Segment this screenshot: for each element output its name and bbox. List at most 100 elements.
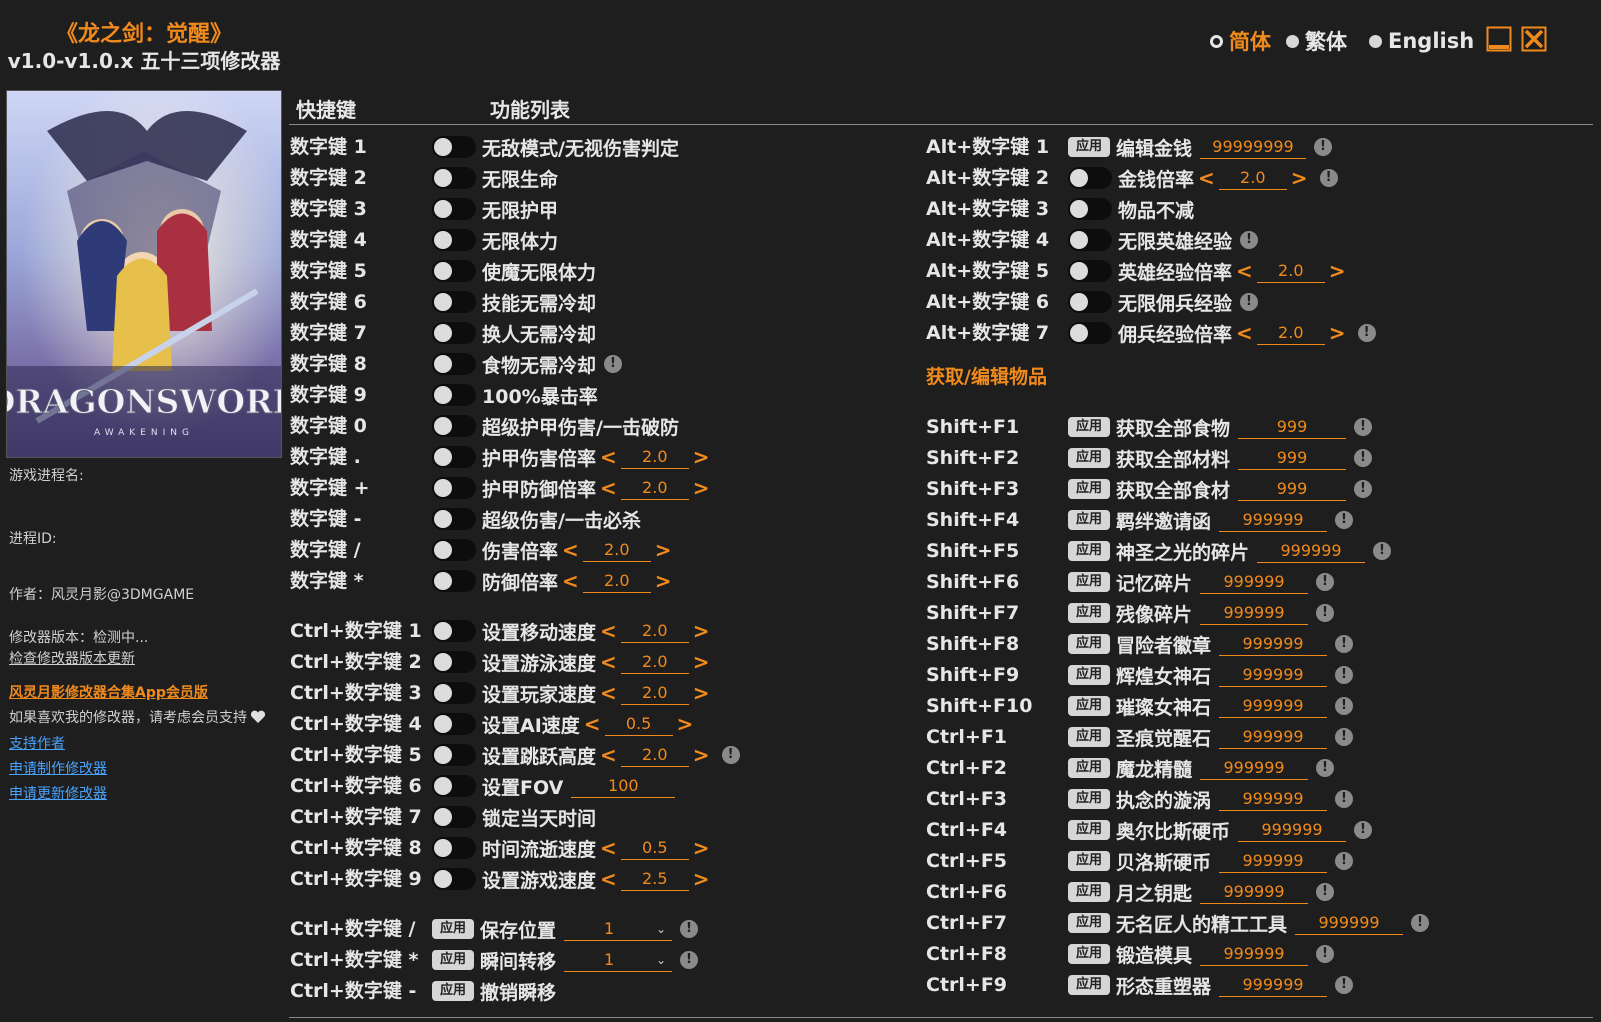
toggle-switch[interactable] bbox=[1068, 322, 1112, 344]
apply-button[interactable]: 应用 bbox=[1068, 417, 1110, 437]
increase-arrow[interactable]: > bbox=[1329, 259, 1346, 283]
value-input[interactable]: 999999 bbox=[1219, 974, 1328, 997]
value-input[interactable]: 999999 bbox=[1219, 726, 1328, 749]
value-input[interactable]: 999999 bbox=[1219, 509, 1328, 532]
increase-arrow[interactable]: > bbox=[655, 538, 672, 562]
value-input[interactable]: 999999 bbox=[1238, 819, 1347, 842]
info-icon[interactable]: ! bbox=[1314, 138, 1333, 156]
toggle-switch[interactable] bbox=[1068, 291, 1112, 313]
lang-option-simplified[interactable]: 简体 bbox=[1202, 28, 1271, 54]
apply-button[interactable]: 应用 bbox=[1068, 758, 1110, 778]
increase-arrow[interactable]: > bbox=[655, 569, 672, 593]
apply-button[interactable]: 应用 bbox=[1068, 820, 1110, 840]
toggle-switch[interactable] bbox=[432, 775, 476, 797]
apply-button[interactable]: 应用 bbox=[432, 981, 474, 1001]
apply-button[interactable]: 应用 bbox=[1068, 572, 1110, 592]
increase-arrow[interactable]: > bbox=[693, 743, 710, 767]
apply-button[interactable]: 应用 bbox=[1068, 479, 1110, 499]
info-icon[interactable]: ! bbox=[1316, 573, 1335, 591]
info-icon[interactable]: ! bbox=[1354, 480, 1373, 498]
toggle-switch[interactable] bbox=[432, 384, 476, 406]
value-input[interactable]: 2.0 bbox=[1256, 260, 1325, 283]
value-input[interactable]: 2.0 bbox=[582, 570, 651, 593]
toggle-switch[interactable] bbox=[432, 415, 476, 437]
value-input[interactable]: 999999 bbox=[1200, 757, 1309, 780]
increase-arrow[interactable]: > bbox=[1329, 321, 1346, 345]
info-icon[interactable]: ! bbox=[1335, 852, 1354, 870]
decrease-arrow[interactable]: < bbox=[562, 538, 579, 562]
value-input[interactable]: 999999 bbox=[1200, 571, 1309, 594]
value-input[interactable]: 2.0 bbox=[620, 620, 689, 643]
decrease-arrow[interactable]: < bbox=[584, 712, 601, 736]
value-input[interactable]: 999999 bbox=[1219, 695, 1328, 718]
value-input[interactable]: 999 bbox=[1238, 447, 1347, 470]
info-icon[interactable]: ! bbox=[1316, 604, 1335, 622]
info-icon[interactable]: ! bbox=[1316, 883, 1335, 901]
decrease-arrow[interactable]: < bbox=[600, 476, 617, 500]
info-icon[interactable]: ! bbox=[1335, 697, 1354, 715]
decrease-arrow[interactable]: < bbox=[1236, 259, 1253, 283]
lang-option-traditional[interactable]: 繁体 bbox=[1286, 28, 1347, 54]
toggle-switch[interactable] bbox=[1068, 260, 1112, 282]
decrease-arrow[interactable]: < bbox=[1236, 321, 1253, 345]
toggle-switch[interactable] bbox=[432, 539, 476, 561]
increase-arrow[interactable]: > bbox=[693, 836, 710, 860]
close-button[interactable] bbox=[1521, 26, 1547, 52]
apply-button[interactable]: 应用 bbox=[1068, 851, 1110, 871]
increase-arrow[interactable]: > bbox=[693, 476, 710, 500]
value-input[interactable]: 999999 bbox=[1295, 912, 1404, 935]
decrease-arrow[interactable]: < bbox=[600, 650, 617, 674]
apply-button[interactable]: 应用 bbox=[1068, 665, 1110, 685]
toggle-switch[interactable] bbox=[432, 620, 476, 642]
minimize-button[interactable] bbox=[1486, 26, 1512, 52]
info-icon[interactable]: ! bbox=[1354, 449, 1373, 467]
request-trainer-link[interactable]: 申请制作修改器 bbox=[9, 758, 107, 778]
toggle-switch[interactable] bbox=[432, 868, 476, 890]
info-icon[interactable]: ! bbox=[1240, 231, 1259, 249]
decrease-arrow[interactable]: < bbox=[600, 867, 617, 891]
value-input[interactable]: 2.0 bbox=[620, 651, 689, 674]
slot-select[interactable]: 1 ⌄ bbox=[564, 949, 673, 972]
value-input[interactable]: 999999 bbox=[1200, 943, 1309, 966]
toggle-switch[interactable] bbox=[432, 136, 476, 158]
apply-button[interactable]: 应用 bbox=[1068, 975, 1110, 995]
value-input[interactable]: 2.5 bbox=[620, 868, 689, 891]
check-update-link[interactable]: 检查修改器版本更新 bbox=[9, 648, 135, 668]
increase-arrow[interactable]: > bbox=[693, 619, 710, 643]
toggle-switch[interactable] bbox=[432, 651, 476, 673]
toggle-switch[interactable] bbox=[432, 446, 476, 468]
value-input[interactable]: 2.0 bbox=[620, 477, 689, 500]
value-input[interactable]: 2.0 bbox=[1218, 167, 1287, 190]
decrease-arrow[interactable]: < bbox=[600, 681, 617, 705]
toggle-switch[interactable] bbox=[432, 508, 476, 530]
value-input[interactable]: 999999 bbox=[1257, 540, 1366, 563]
info-icon[interactable]: ! bbox=[1373, 542, 1392, 560]
value-input[interactable]: 0.5 bbox=[620, 837, 689, 860]
toggle-switch[interactable] bbox=[432, 477, 476, 499]
toggle-switch[interactable] bbox=[1068, 229, 1112, 251]
apply-button[interactable]: 应用 bbox=[1068, 510, 1110, 530]
info-icon[interactable]: ! bbox=[1335, 511, 1354, 529]
value-input[interactable]: 999999 bbox=[1200, 602, 1309, 625]
apply-button[interactable]: 应用 bbox=[1068, 448, 1110, 468]
value-input[interactable]: 999999 bbox=[1219, 850, 1328, 873]
value-input[interactable]: 2.0 bbox=[620, 744, 689, 767]
apply-button[interactable]: 应用 bbox=[1068, 634, 1110, 654]
value-input[interactable]: 99999999 bbox=[1200, 136, 1307, 159]
value-input[interactable]: 2.0 bbox=[582, 539, 651, 562]
increase-arrow[interactable]: > bbox=[693, 445, 710, 469]
apply-button[interactable]: 应用 bbox=[1068, 882, 1110, 902]
apply-button[interactable]: 应用 bbox=[1068, 944, 1110, 964]
apply-button[interactable]: 应用 bbox=[1068, 541, 1110, 561]
increase-arrow[interactable]: > bbox=[693, 681, 710, 705]
toggle-switch[interactable] bbox=[432, 291, 476, 313]
info-icon[interactable]: ! bbox=[1240, 293, 1259, 311]
increase-arrow[interactable]: > bbox=[677, 712, 694, 736]
apply-button[interactable]: 应用 bbox=[432, 919, 474, 939]
value-input[interactable]: 999 bbox=[1238, 416, 1347, 439]
toggle-switch[interactable] bbox=[432, 837, 476, 859]
toggle-switch[interactable] bbox=[432, 744, 476, 766]
apply-button[interactable]: 应用 bbox=[1068, 913, 1110, 933]
value-input[interactable]: 999999 bbox=[1219, 633, 1328, 656]
info-icon[interactable]: ! bbox=[1335, 976, 1354, 994]
